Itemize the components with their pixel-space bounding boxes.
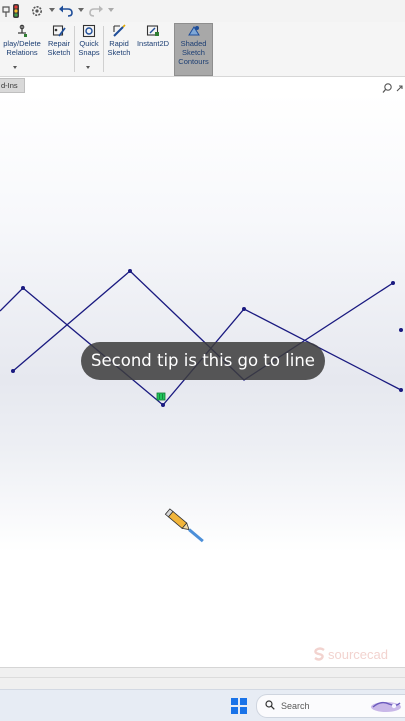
view-tools-icon[interactable] xyxy=(382,82,404,94)
instant2d-button[interactable]: Instant2D xyxy=(135,24,171,76)
rapid-sketch-icon xyxy=(113,24,126,37)
graphics-area[interactable] xyxy=(0,83,405,667)
instant2d-label: Instant2D xyxy=(136,39,170,48)
search-placeholder: Search xyxy=(281,701,310,711)
quick-snaps-dropdown-caret[interactable] xyxy=(86,66,90,69)
sketch-vertex[interactable] xyxy=(11,369,15,373)
sourcecad-watermark: sourcecad xyxy=(313,646,388,664)
sketch-vertex[interactable] xyxy=(399,388,403,392)
sketch-vertices xyxy=(11,269,403,407)
traffic-light-icon[interactable] xyxy=(11,3,21,19)
search-icon xyxy=(265,700,275,710)
windows-start-icon[interactable] xyxy=(231,698,247,714)
sketch-vertex[interactable] xyxy=(399,328,403,332)
repair-sketch-icon xyxy=(52,25,66,37)
watermark-text: sourcecad xyxy=(328,647,388,662)
undo-dropdown-caret[interactable] xyxy=(78,8,84,12)
tab-add-ins[interactable]: d-Ins xyxy=(0,78,25,93)
display-delete-relations-label: play/Delete Relations xyxy=(3,39,41,57)
relations-icon xyxy=(18,24,27,37)
status-bar xyxy=(0,667,405,689)
ribbon-separator xyxy=(103,26,104,72)
relations-dropdown-caret[interactable] xyxy=(13,66,17,69)
options-gear-icon[interactable] xyxy=(30,3,44,19)
pencil-cursor-icon xyxy=(164,508,204,543)
instant2d-icon xyxy=(146,25,159,36)
video-caption: Second tip is this go to line xyxy=(81,342,325,380)
sketch-geometry xyxy=(0,270,402,406)
sketch-vertex[interactable] xyxy=(128,269,132,273)
redo-icon[interactable] xyxy=(88,3,104,19)
sketch-vertex[interactable] xyxy=(391,281,395,285)
sketch-canvas[interactable] xyxy=(0,93,405,667)
sourcecad-logo-icon xyxy=(314,647,325,661)
shaded-sketch-contours-button[interactable]: Shaded Sketch Contours xyxy=(174,23,213,76)
repair-sketch-button[interactable]: Repair Sketch xyxy=(45,24,73,76)
undo-icon[interactable] xyxy=(58,3,74,19)
quick-snaps-icon xyxy=(82,24,96,38)
search-highlight-icon[interactable] xyxy=(369,698,403,714)
windows-taskbar: Search xyxy=(0,689,405,721)
relation-marker xyxy=(156,392,166,401)
sketch-ribbon: play/Delete Relations Repair Sketch Quic… xyxy=(0,22,405,77)
status-divider xyxy=(0,677,405,678)
display-delete-relations-button[interactable]: play/Delete Relations xyxy=(0,24,44,76)
options-dropdown-caret[interactable] xyxy=(49,8,55,12)
rapid-sketch-label: Rapid Sketch xyxy=(107,39,131,57)
shaded-contours-icon xyxy=(187,26,200,36)
sketch-vertex[interactable] xyxy=(161,403,165,407)
quick-snaps-label: Quick Snaps xyxy=(78,39,100,57)
quick-access-toolbar xyxy=(0,0,405,23)
rapid-sketch-button[interactable]: Rapid Sketch xyxy=(105,24,133,76)
sketch-vertex[interactable] xyxy=(21,286,25,290)
ribbon-separator xyxy=(74,26,75,72)
redo-dropdown-caret[interactable] xyxy=(108,8,114,12)
sketch-vertex[interactable] xyxy=(242,307,246,311)
shaded-sketch-contours-label: Shaded Sketch Contours xyxy=(178,39,209,66)
repair-sketch-label: Repair Sketch xyxy=(47,39,71,57)
taskbar-search-box[interactable]: Search xyxy=(256,694,405,718)
